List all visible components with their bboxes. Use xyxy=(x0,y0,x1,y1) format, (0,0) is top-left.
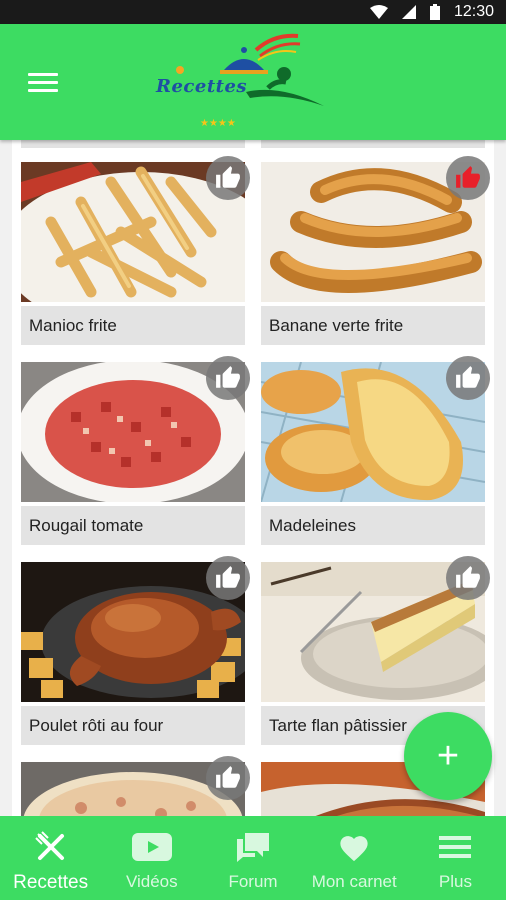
nav-item-recettes[interactable]: Recettes xyxy=(0,816,101,900)
previous-card-edge xyxy=(21,140,245,148)
recipe-title: Rougail tomate xyxy=(21,506,245,545)
hamburger-line xyxy=(28,73,58,76)
previous-card-edge xyxy=(261,140,485,148)
app-logo: ★★★★ Recettes xyxy=(150,30,330,130)
thumbs-up-icon xyxy=(456,366,480,388)
svg-text:★★★★: ★★★★ xyxy=(200,118,236,129)
fork-knife-icon xyxy=(34,830,68,864)
nav-item-plus[interactable]: Plus xyxy=(405,816,506,900)
recipe-title: Madeleines xyxy=(261,506,485,545)
recipe-title: Poulet rôti au four xyxy=(21,706,245,745)
nav-label: Plus xyxy=(438,872,472,891)
like-button[interactable] xyxy=(446,356,490,400)
like-button[interactable] xyxy=(446,556,490,600)
nav-label: Vidéos xyxy=(125,872,178,891)
logo-text: Recettes xyxy=(156,76,248,97)
thumbs-up-icon xyxy=(216,366,240,388)
thumbs-up-icon xyxy=(216,166,240,188)
nav-item-forum[interactable]: Forum xyxy=(202,816,303,900)
like-button[interactable] xyxy=(206,756,250,800)
nav-label: Forum xyxy=(228,872,278,891)
thumbs-up-icon xyxy=(456,566,480,588)
thumbs-up-icon xyxy=(216,566,240,588)
hamburger-line xyxy=(28,89,58,92)
recipe-title: Banane verte frite xyxy=(261,306,485,345)
menu-icon xyxy=(439,830,472,864)
bottom-navigation: Recettes Vidéos Forum Mon carnet Plus xyxy=(0,816,506,900)
thumbs-up-icon xyxy=(216,766,240,788)
status-time: 12:30 xyxy=(453,3,494,20)
nav-item-mon-carnet[interactable]: Mon carnet xyxy=(304,816,405,900)
plus-icon: + xyxy=(436,735,460,777)
hamburger-line xyxy=(28,81,58,84)
like-button[interactable] xyxy=(206,556,250,600)
like-button[interactable] xyxy=(206,356,250,400)
like-button[interactable] xyxy=(446,156,490,200)
recipe-title: Manioc frite xyxy=(21,306,245,345)
menu-button[interactable] xyxy=(28,68,64,96)
app-bar: ★★★★ Recettes xyxy=(0,24,506,140)
nav-label: Mon carnet xyxy=(311,872,397,891)
nav-label: Recettes xyxy=(13,872,89,893)
chat-icon xyxy=(235,830,271,864)
status-bar: 12:30 xyxy=(0,0,506,24)
wifi-icon xyxy=(369,5,388,19)
youtube-icon xyxy=(131,830,172,864)
heart-icon xyxy=(337,830,371,864)
battery-icon xyxy=(429,4,440,20)
add-recipe-button[interactable]: + xyxy=(404,712,492,800)
nav-item-videos[interactable]: Vidéos xyxy=(101,816,202,900)
like-button[interactable] xyxy=(206,156,250,200)
thumbs-up-icon xyxy=(456,166,480,188)
signal-icon xyxy=(401,5,416,19)
